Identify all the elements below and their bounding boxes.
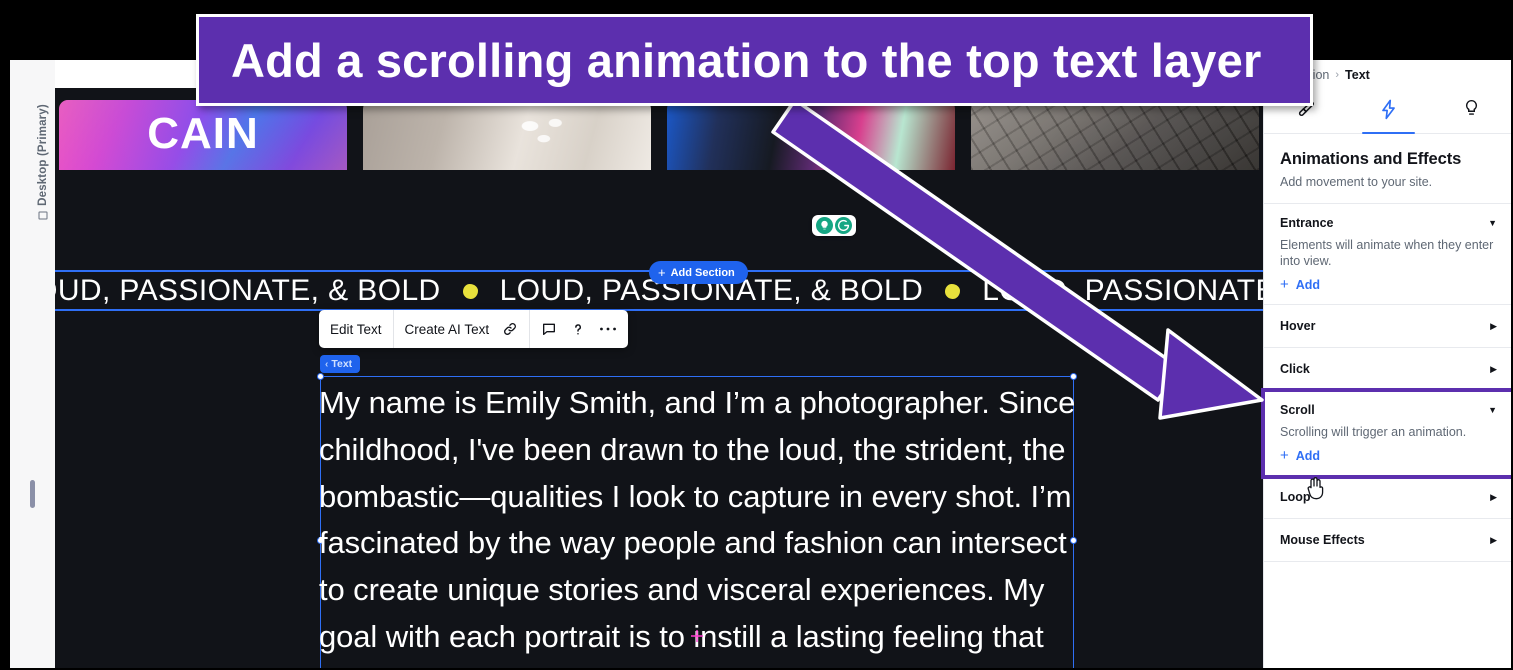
chevron-right-icon[interactable]: ▶	[1490, 535, 1497, 546]
text-cursor-marker	[691, 630, 703, 644]
scroll-add-label: Add	[1295, 448, 1321, 463]
section-entrance[interactable]: Entrance ▼ Elements will animate when th…	[1264, 204, 1513, 305]
chevron-down-icon[interactable]: ▼	[1488, 218, 1497, 228]
toolbar-group-edit: Edit Text	[319, 310, 394, 348]
site-canvas[interactable]: CAIN + Add Section LOUD, PASSIONATE, & B…	[55, 60, 1263, 670]
panel-header: Animations and Effects Add movement to y…	[1264, 134, 1513, 204]
more-options-icon[interactable]	[599, 326, 617, 332]
comment-icon[interactable]	[541, 321, 557, 337]
marquee-text-1: LOUD, PASSIONATE, & BOLD	[55, 273, 441, 307]
section-boundary-bottom	[55, 309, 1263, 311]
section-loop[interactable]: Loop ▶	[1264, 476, 1513, 519]
element-toolbar[interactable]: Edit Text Create AI Text	[319, 310, 629, 348]
tab-animations[interactable]	[1347, 90, 1430, 134]
grammarly-logo-icon	[835, 217, 852, 234]
chevron-left-icon: ‹	[325, 358, 329, 370]
resize-handle-top-right[interactable]	[1070, 373, 1077, 380]
section-mouse-effects-title: Mouse Effects	[1280, 533, 1365, 547]
gallery-image-2[interactable]	[363, 100, 651, 170]
resize-handle-top-left[interactable]	[317, 373, 324, 380]
mouse-cursor-pointer	[1305, 476, 1325, 500]
gallery-image-4[interactable]	[971, 100, 1259, 170]
section-click-title: Click	[1280, 362, 1310, 376]
monitor-icon	[38, 211, 48, 220]
screenshot-root: Desktop (Primary) CAIN + Add Section LOU…	[0, 0, 1513, 670]
add-section-label: Add Section	[670, 266, 735, 279]
instruction-callout-text: Add a scrolling animation to the top tex…	[231, 33, 1262, 87]
layer-badge-text[interactable]: ‹ Text	[320, 355, 361, 373]
lightbulb-icon	[816, 217, 833, 234]
plus-icon: +	[1280, 276, 1289, 293]
grammarly-badge[interactable]	[812, 215, 856, 236]
add-section-button[interactable]: + Add Section	[649, 261, 748, 284]
plus-icon: +	[658, 265, 666, 280]
entrance-add-button[interactable]: + Add	[1280, 277, 1497, 292]
instruction-callout: Add a scrolling animation to the top tex…	[196, 14, 1313, 106]
device-rail: Desktop (Primary)	[10, 60, 55, 670]
section-hover[interactable]: Hover ▶	[1264, 305, 1513, 348]
canvas-resize-handle-left[interactable]	[30, 480, 35, 508]
text-layer-paragraph[interactable]: My name is Emily Smith, and I’m a photog…	[319, 380, 1079, 670]
gallery-image-1[interactable]: CAIN	[59, 100, 347, 170]
layer-badge-label: Text	[331, 358, 353, 370]
entrance-add-label: Add	[1295, 277, 1321, 292]
create-ai-text-button[interactable]: Create AI Text	[405, 322, 490, 337]
chevron-right-icon[interactable]: ▶	[1490, 364, 1497, 375]
chevron-right-icon[interactable]: ▶	[1490, 492, 1497, 503]
tab-ideas[interactable]	[1430, 90, 1513, 133]
breadcrumb-current: Text	[1345, 68, 1370, 82]
section-scroll[interactable]: Scroll ▼ Scrolling will trigger an anima…	[1261, 388, 1513, 479]
section-scroll-description: Scrolling will trigger an animation.	[1280, 425, 1467, 439]
flower-icon	[945, 284, 961, 299]
gallery-strip[interactable]: CAIN	[55, 100, 1263, 170]
help-icon[interactable]	[570, 321, 586, 338]
breadcrumb-separator: ›	[1335, 69, 1340, 81]
marquee-text-3: LOUD, PASSIONATE, &	[982, 273, 1263, 307]
section-click[interactable]: Click ▶	[1264, 348, 1513, 391]
link-icon[interactable]	[502, 321, 518, 337]
section-entrance-description: Elements will animate when they enter in…	[1280, 238, 1494, 268]
device-label-text: Desktop (Primary)	[37, 104, 49, 206]
lightning-bolt-icon	[1379, 99, 1398, 125]
section-hover-title: Hover	[1280, 319, 1316, 333]
edit-text-button[interactable]: Edit Text	[330, 322, 382, 337]
panel-subtitle: Add movement to your site.	[1280, 175, 1433, 189]
section-entrance-title: Entrance	[1280, 216, 1334, 230]
device-selector[interactable]: Desktop (Primary)	[37, 87, 49, 237]
gallery-image-1-caption: CAIN	[147, 108, 259, 158]
scroll-add-button[interactable]: + Add	[1280, 448, 1497, 463]
toolbar-group-ai: Create AI Text	[394, 310, 531, 348]
chevron-down-icon[interactable]: ▼	[1488, 405, 1497, 415]
toolbar-group-actions	[530, 310, 628, 348]
plus-icon: +	[1280, 447, 1289, 464]
section-mouse-effects[interactable]: Mouse Effects ▶	[1264, 519, 1513, 562]
section-scroll-title: Scroll	[1280, 403, 1315, 417]
panel-title: Animations and Effects	[1280, 150, 1462, 168]
gallery-image-3[interactable]	[667, 100, 955, 170]
right-side-panel: › Section › Text	[1261, 60, 1513, 670]
chevron-right-icon[interactable]: ▶	[1490, 321, 1497, 332]
flower-icon	[462, 284, 478, 299]
site-editor: Desktop (Primary) CAIN + Add Section LOU…	[10, 60, 1513, 670]
lightbulb-icon	[1462, 99, 1481, 124]
